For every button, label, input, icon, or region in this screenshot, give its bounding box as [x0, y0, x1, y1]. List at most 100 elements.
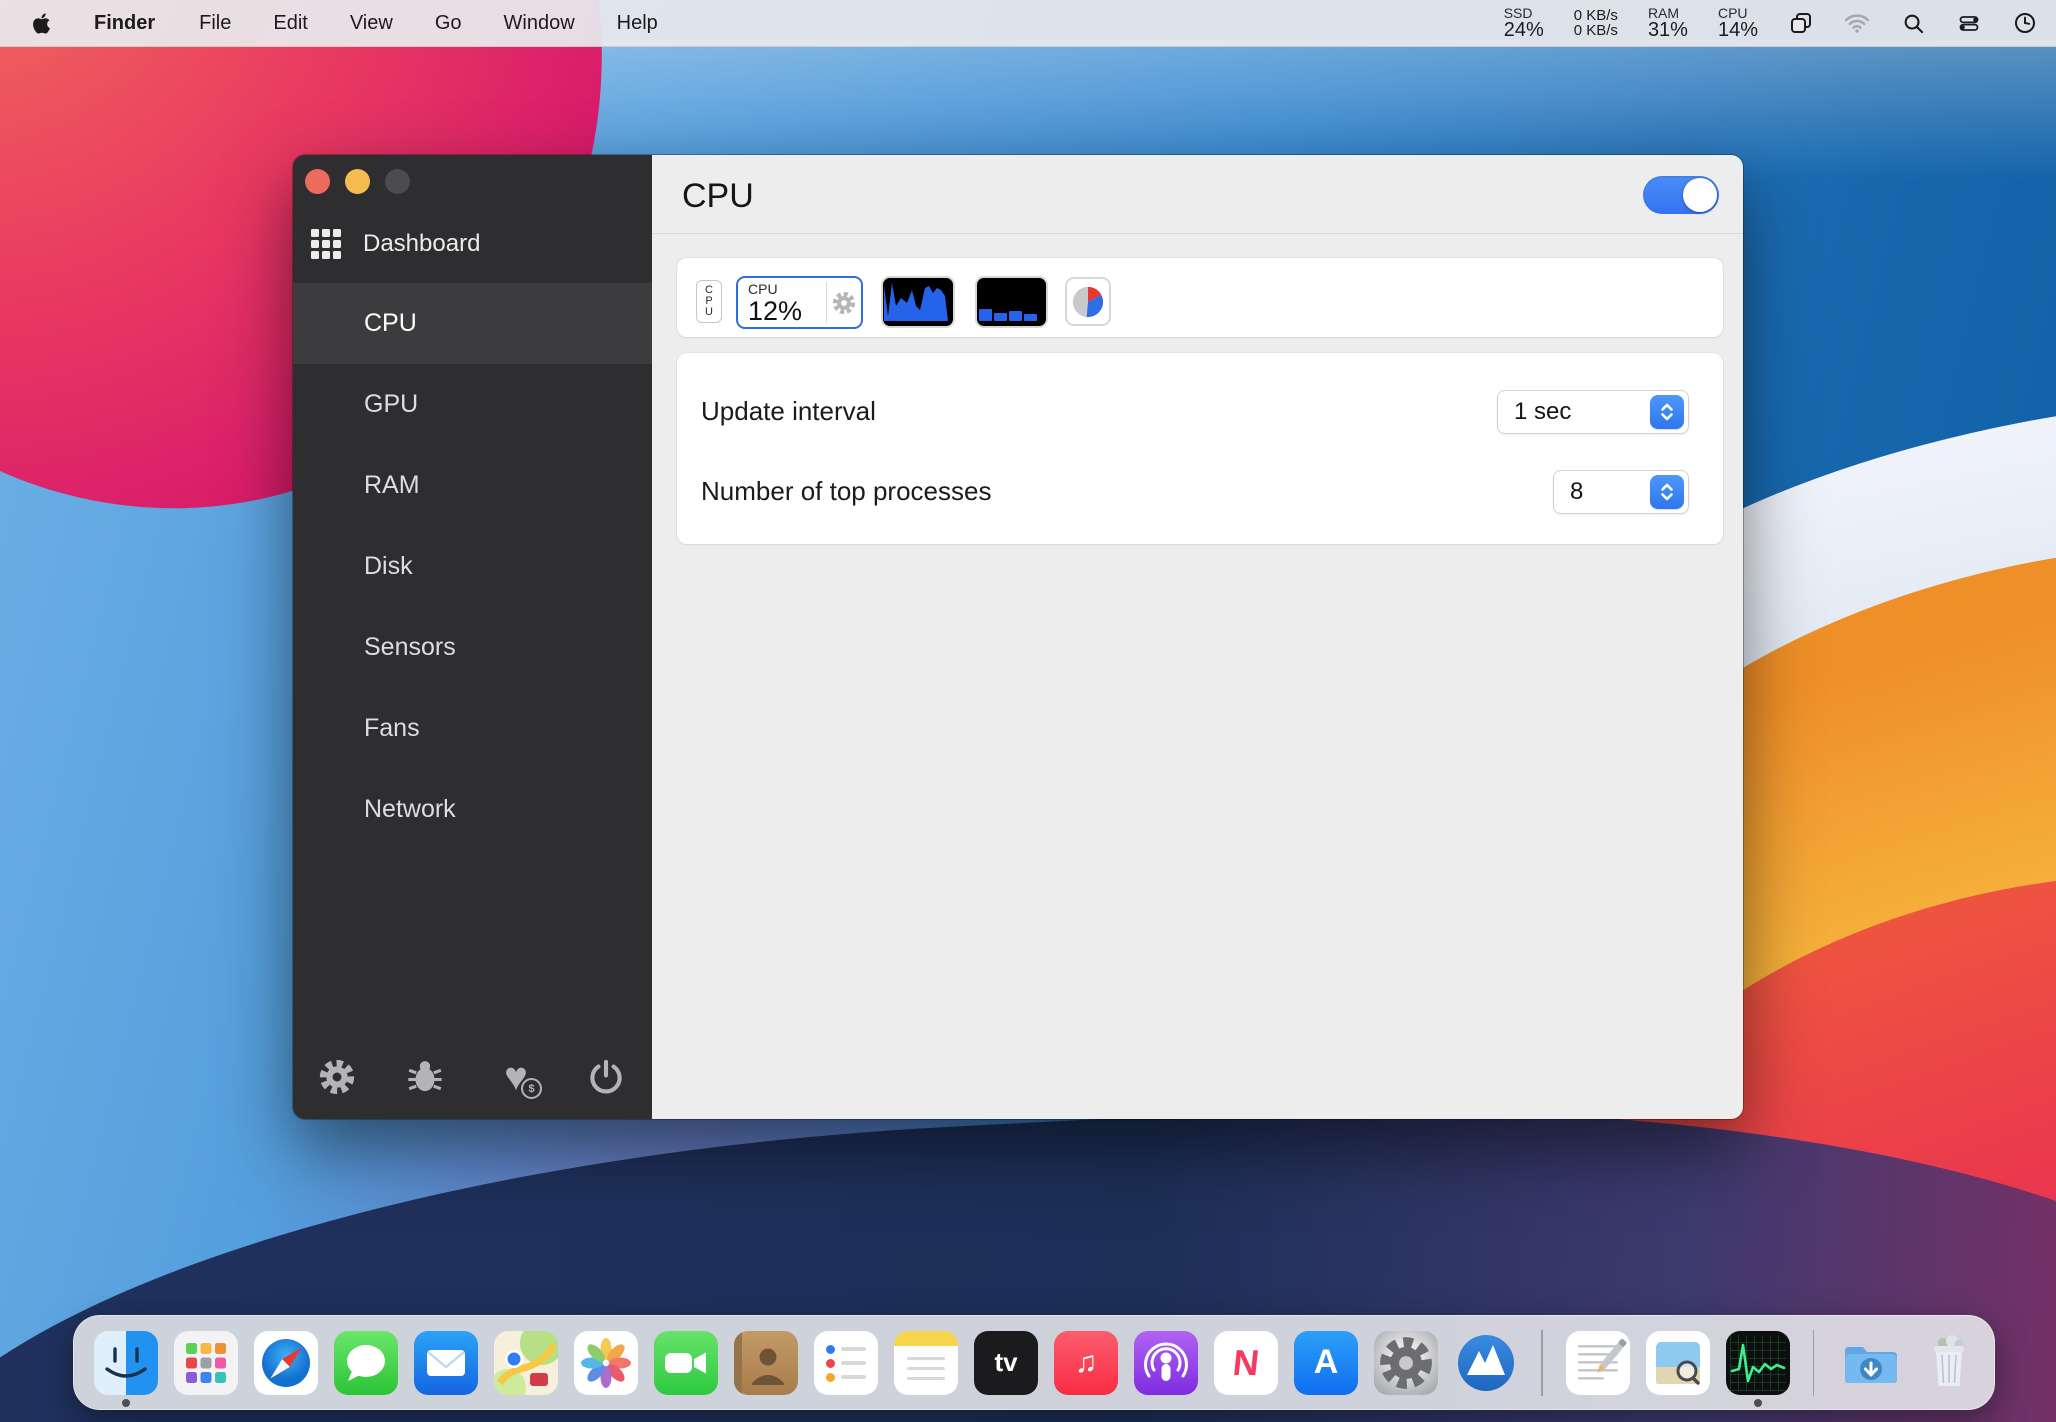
dock-activity-monitor[interactable]	[1726, 1331, 1790, 1395]
photos-icon	[574, 1331, 638, 1395]
setting-row-top-processes: Number of top processes 8	[677, 451, 1723, 531]
dock-reminders[interactable]	[814, 1331, 878, 1395]
dock: tv ♫ N A	[73, 1315, 1995, 1410]
dock-finder[interactable]	[94, 1331, 158, 1395]
finder-icon	[94, 1331, 158, 1395]
sidebar-item-cpu[interactable]: CPU	[293, 283, 652, 364]
setting-row-update-interval: Update interval 1 sec	[677, 371, 1723, 451]
dock-mail[interactable]	[414, 1331, 478, 1395]
widget-bar-chart-option[interactable]	[975, 276, 1048, 328]
dock-facetime[interactable]	[654, 1331, 718, 1395]
sidebar-item-dashboard[interactable]: Dashboard	[293, 219, 652, 269]
dock-trash[interactable]	[1917, 1331, 1981, 1395]
module-toggle[interactable]	[1643, 176, 1719, 214]
dock-preview[interactable]	[1646, 1331, 1710, 1395]
menu-view[interactable]: View	[350, 12, 393, 35]
bug-icon[interactable]	[403, 1055, 447, 1099]
sidebar-item-gpu[interactable]: GPU	[293, 364, 652, 445]
settings-icon[interactable]	[315, 1055, 359, 1099]
header-divider	[652, 233, 1743, 234]
dock-safari[interactable]	[254, 1331, 318, 1395]
dock-downloads[interactable]	[1837, 1331, 1901, 1395]
running-indicator	[122, 1399, 130, 1407]
window-content: CPU CPU CPU 12%	[652, 155, 1743, 1119]
notes-line	[907, 1367, 945, 1370]
control-center-icon[interactable]	[1956, 10, 1982, 36]
reminders-bullet	[826, 1359, 835, 1368]
widget-mini-label: CPU	[703, 285, 715, 318]
sidebar-item-label: Network	[364, 795, 456, 824]
dock-tv[interactable]: tv	[974, 1331, 1038, 1395]
update-interval-select[interactable]: 1 sec	[1497, 390, 1689, 434]
status-cpu-label: CPU	[1718, 6, 1758, 20]
menu-app-name[interactable]: Finder	[94, 12, 155, 35]
top-processes-value: 8	[1570, 478, 1650, 506]
dock-maps[interactable]	[494, 1331, 558, 1395]
reminders-line	[841, 1375, 866, 1379]
status-cpu[interactable]: CPU 14%	[1718, 6, 1758, 41]
dock-notes[interactable]	[894, 1331, 958, 1395]
widget-line-chart-option[interactable]	[881, 276, 955, 328]
dock-podcasts[interactable]	[1134, 1331, 1198, 1395]
status-ram[interactable]: RAM 31%	[1648, 6, 1688, 41]
dock-divider	[1541, 1330, 1543, 1396]
widget-mini-option[interactable]: CPU	[696, 280, 722, 323]
dock-messages[interactable]	[334, 1331, 398, 1395]
menu-file[interactable]: File	[199, 12, 231, 35]
sidebar-nav: CPU GPU RAM Disk Sensors Fans Network	[293, 283, 652, 850]
windows-icon[interactable]	[1788, 10, 1814, 36]
sidebar-item-sensors[interactable]: Sensors	[293, 607, 652, 688]
top-processes-label: Number of top processes	[701, 476, 991, 507]
donate-icon[interactable]: ♥ $	[494, 1055, 538, 1099]
menu-edit[interactable]: Edit	[273, 12, 307, 35]
notes-line	[907, 1357, 945, 1360]
dock-photos[interactable]	[574, 1331, 638, 1395]
clock-icon[interactable]	[2012, 10, 2038, 36]
top-processes-select[interactable]: 8	[1553, 470, 1689, 514]
status-ssd-label: SSD	[1504, 6, 1544, 20]
update-interval-label: Update interval	[701, 396, 876, 427]
sidebar-footer: ♥ $	[293, 1035, 652, 1119]
dock-contacts[interactable]	[734, 1331, 798, 1395]
stats-app-icon	[1454, 1331, 1518, 1395]
dock-app-store[interactable]: A	[1294, 1331, 1358, 1395]
minimize-button[interactable]	[345, 169, 370, 194]
apple-menu-icon[interactable]	[32, 10, 54, 36]
status-ssd[interactable]: SSD 24%	[1504, 6, 1544, 41]
stepper-icon	[1650, 395, 1684, 429]
sidebar-item-network[interactable]: Network	[293, 769, 652, 850]
dock-music[interactable]: ♫	[1054, 1331, 1118, 1395]
sidebar-item-fans[interactable]: Fans	[293, 688, 652, 769]
system-preferences-icon	[1374, 1331, 1438, 1395]
dock-system-preferences[interactable]	[1374, 1331, 1438, 1395]
preview-icon	[1646, 1331, 1710, 1395]
status-network[interactable]: 0 KB/s 0 KB/s	[1574, 8, 1618, 39]
wifi-icon[interactable]	[1844, 10, 1870, 36]
dock-news[interactable]: N	[1214, 1331, 1278, 1395]
sidebar-item-disk[interactable]: Disk	[293, 526, 652, 607]
dock-textedit[interactable]	[1566, 1331, 1630, 1395]
app-store-icon: A	[1294, 1331, 1358, 1395]
downloads-folder-icon	[1837, 1331, 1901, 1395]
widget-label-option-selected[interactable]: CPU 12%	[736, 276, 863, 329]
widget-gear-icon[interactable]	[827, 278, 861, 327]
menu-window[interactable]: Window	[504, 12, 575, 35]
launchpad-icon	[174, 1331, 238, 1395]
widget-pie-chart-option[interactable]	[1065, 277, 1111, 326]
menu-go[interactable]: Go	[435, 12, 462, 35]
status-net-down: 0 KB/s	[1574, 23, 1618, 38]
dock-launchpad[interactable]	[174, 1331, 238, 1395]
sidebar-item-label: Fans	[364, 714, 420, 743]
sidebar-item-label: CPU	[364, 309, 417, 338]
tv-glyph: tv	[974, 1331, 1038, 1395]
maps-icon	[494, 1331, 558, 1395]
notes-icon	[894, 1331, 958, 1395]
dock-stats[interactable]	[1454, 1331, 1518, 1395]
power-icon[interactable]	[584, 1055, 628, 1099]
search-icon[interactable]	[1900, 10, 1926, 36]
close-button[interactable]	[305, 169, 330, 194]
sidebar-item-ram[interactable]: RAM	[293, 445, 652, 526]
reminders-icon	[814, 1331, 878, 1395]
menu-help[interactable]: Help	[617, 12, 658, 35]
dashboard-label: Dashboard	[363, 230, 480, 258]
